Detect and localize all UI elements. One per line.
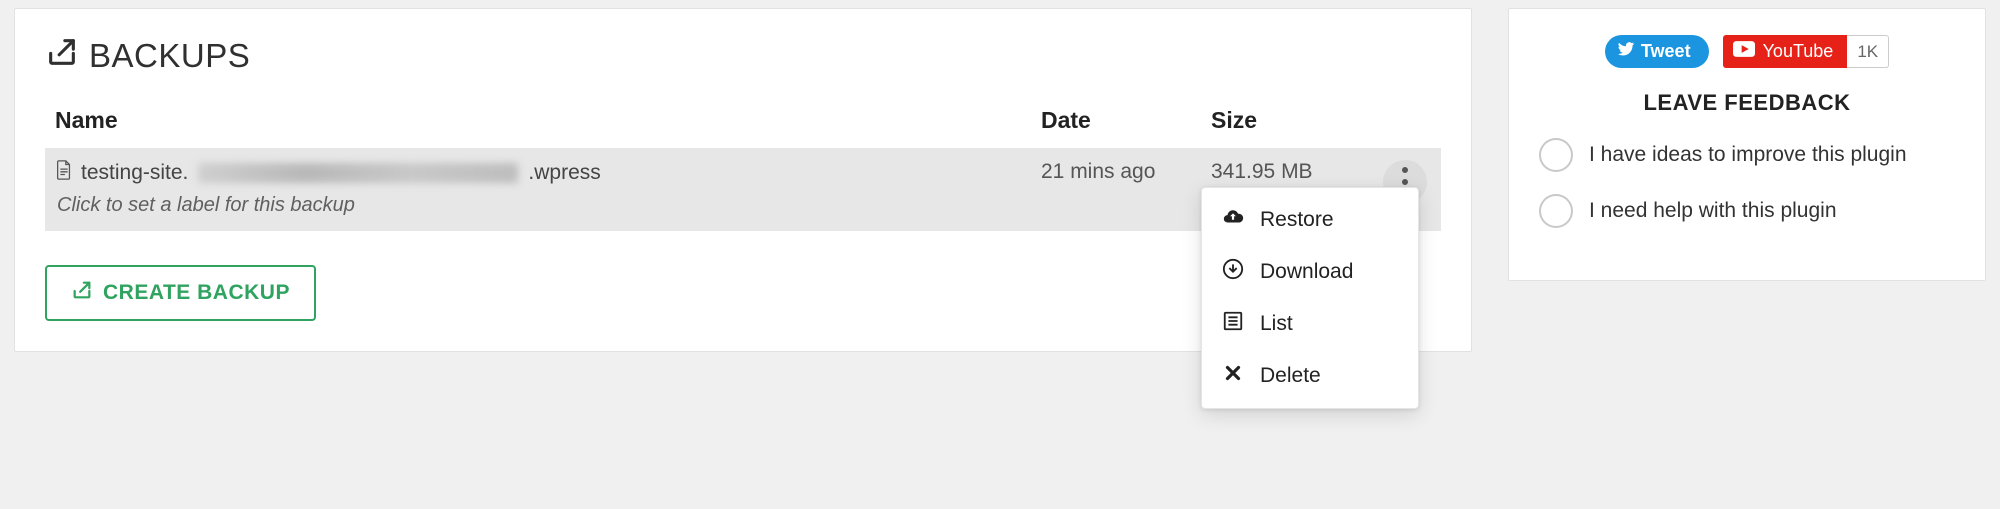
social-row: Tweet YouTube 1K: [1539, 35, 1955, 68]
menu-item-restore[interactable]: Restore: [1202, 194, 1418, 246]
menu-item-delete[interactable]: Delete: [1202, 350, 1418, 402]
tweet-label: Tweet: [1641, 41, 1691, 62]
column-header-name: Name: [45, 97, 1031, 148]
radio-icon: [1539, 194, 1573, 228]
feedback-title: LEAVE FEEDBACK: [1539, 90, 1955, 116]
filename-suffix: .wpress: [528, 161, 600, 185]
row-actions-menu: Restore Download List Delete: [1201, 187, 1419, 409]
menu-item-download[interactable]: Download: [1202, 246, 1418, 298]
panel-title: BACKUPS: [45, 35, 1441, 77]
radio-icon: [1539, 138, 1573, 172]
file-icon: [55, 160, 73, 186]
youtube-button[interactable]: YouTube 1K: [1723, 35, 1890, 68]
menu-label: List: [1260, 312, 1293, 336]
backup-filename[interactable]: testing-site. .wpress: [55, 160, 1021, 186]
export-icon: [71, 279, 93, 307]
list-icon: [1222, 310, 1244, 338]
create-backup-button[interactable]: CREATE BACKUP: [45, 265, 316, 321]
cloud-up-icon: [1222, 206, 1244, 234]
filename-prefix: testing-site.: [81, 161, 188, 185]
backups-panel: BACKUPS Name Date Size: [14, 8, 1472, 352]
download-icon: [1222, 258, 1244, 286]
filename-redacted: [198, 163, 518, 183]
youtube-label: YouTube: [1763, 41, 1834, 62]
export-icon: [45, 35, 79, 77]
panel-title-text: BACKUPS: [89, 37, 250, 75]
backup-date: 21 mins ago: [1031, 148, 1201, 231]
radio-label: I have ideas to improve this plugin: [1589, 143, 1907, 167]
create-backup-label: CREATE BACKUP: [103, 281, 290, 305]
radio-label: I need help with this plugin: [1589, 199, 1837, 223]
menu-label: Download: [1260, 260, 1353, 284]
feedback-option-help[interactable]: I need help with this plugin: [1539, 194, 1955, 228]
youtube-count: 1K: [1847, 35, 1889, 68]
menu-label: Delete: [1260, 364, 1321, 388]
column-header-size: Size: [1201, 97, 1371, 148]
backup-label-hint[interactable]: Click to set a label for this backup: [57, 194, 1021, 217]
menu-item-list[interactable]: List: [1202, 298, 1418, 350]
youtube-icon: [1733, 41, 1755, 62]
feedback-option-improve[interactable]: I have ideas to improve this plugin: [1539, 138, 1955, 172]
feedback-panel: Tweet YouTube 1K LEAVE FEEDBACK I have i…: [1508, 8, 1986, 281]
tweet-button[interactable]: Tweet: [1605, 35, 1709, 68]
close-icon: [1222, 362, 1244, 390]
twitter-icon: [1617, 40, 1635, 63]
menu-label: Restore: [1260, 208, 1334, 232]
column-header-date: Date: [1031, 97, 1201, 148]
